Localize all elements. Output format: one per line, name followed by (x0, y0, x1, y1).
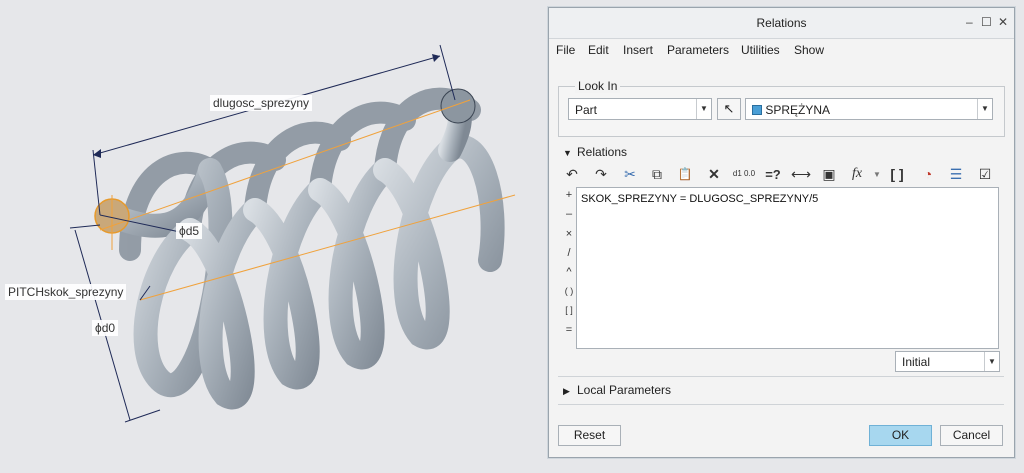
relations-label: Relations (577, 145, 628, 159)
chevron-down-icon: ▼ (977, 99, 992, 119)
operator-multiply[interactable]: × (563, 228, 575, 240)
minimize-icon[interactable]: – (966, 15, 973, 29)
menu-parameters[interactable]: Parameters (667, 43, 729, 57)
operator-plus[interactable]: + (563, 189, 575, 201)
reset-button[interactable]: Reset (558, 425, 621, 446)
coil-3 (243, 178, 332, 390)
dimension-label-length[interactable]: dlugosc_sprezyny (210, 95, 313, 111)
operator-divide[interactable]: / (563, 247, 575, 259)
paste-icon[interactable]: 📋 (674, 163, 696, 185)
operator-power[interactable]: ^ (563, 266, 575, 278)
menu-utilities[interactable]: Utilities (741, 43, 780, 57)
menu-edit[interactable]: Edit (588, 43, 609, 57)
spring-model[interactable] (0, 0, 548, 473)
dimension-label-pitch[interactable]: PITCHskok_sprezyny (5, 284, 127, 300)
function-icon[interactable]: fx (846, 163, 868, 185)
dimension-label-d5[interactable]: ϕd5 (176, 223, 203, 239)
part-icon (752, 105, 762, 115)
relation-line[interactable]: SKOK_SPREZYNY = DLUGOSC_SPREZYNY/5 (581, 193, 818, 205)
operator-parentheses[interactable]: ( ) (563, 286, 575, 296)
dimension-label-d0[interactable]: ϕd0 (92, 320, 119, 336)
delete-icon[interactable]: ✕ (703, 163, 725, 185)
select-model-button[interactable]: ↖ (717, 98, 741, 120)
menu-bar: File Edit Insert Parameters Utilities Sh… (548, 40, 1015, 60)
relations-editor[interactable]: SKOK_SPREZYNY = DLUGOSC_SPREZYNY/5 (576, 187, 999, 349)
dimension-icon[interactable]: ⟷ (790, 163, 812, 185)
evaluate-icon[interactable]: d1 0.0 (732, 163, 756, 185)
cad-viewport[interactable]: dlugosc_sprezyny ϕd5 PITCHskok_sprezyny … (0, 0, 548, 473)
operator-brackets[interactable]: [ ] (563, 305, 575, 315)
check-icon[interactable]: ☑ (974, 163, 996, 185)
cut-icon[interactable]: ✂ (619, 163, 641, 185)
cursor-arrow-icon: ↖ (723, 101, 735, 116)
ok-button[interactable]: OK (869, 425, 932, 446)
chevron-down-icon: ▼ (984, 352, 999, 371)
relations-section-header[interactable]: ▼ Relations (563, 145, 627, 159)
menu-show[interactable]: Show (794, 43, 824, 57)
look-in-model-value: SPRĘŻYNA (765, 103, 831, 117)
look-in-type-select[interactable]: Part ▼ (568, 98, 712, 120)
look-in-model-select[interactable]: SPRĘŻYNA ▼ (745, 98, 993, 120)
sort-order-value: Initial (902, 355, 931, 369)
operator-equals[interactable]: = (563, 324, 575, 336)
undo-icon[interactable]: ↶ (561, 163, 583, 185)
divider (558, 376, 1004, 377)
cancel-button[interactable]: Cancel (940, 425, 1003, 446)
local-parameters-label: Local Parameters (577, 383, 672, 397)
dialog-title: Relations (756, 16, 807, 30)
copy-icon[interactable]: ⧉ (646, 163, 668, 185)
toggle-display-icon[interactable]: ☰ (945, 163, 967, 185)
menu-file[interactable]: File (556, 43, 575, 57)
brackets-icon[interactable]: [ ] (886, 163, 908, 185)
coil-4 (308, 158, 397, 370)
expand-triangle-icon: ▶ (563, 386, 570, 396)
operator-minus[interactable]: – (563, 208, 575, 220)
coil-5 (373, 134, 505, 350)
dialog-titlebar[interactable]: Relations – ☐ ✕ (549, 8, 1014, 39)
end-cap-top (440, 88, 476, 124)
chevron-down-icon: ▼ (696, 99, 711, 119)
redo-icon[interactable]: ↷ (590, 163, 612, 185)
look-in-label: Look In (575, 79, 621, 93)
divider (558, 404, 1004, 405)
sort-order-select[interactable]: Initial ▼ (895, 351, 1000, 372)
menu-insert[interactable]: Insert (623, 43, 653, 57)
select-dimension-icon[interactable]: ▣ (818, 163, 840, 185)
collapse-triangle-icon: ▼ (563, 148, 572, 158)
verify-icon[interactable]: =? (762, 163, 784, 185)
chevron-down-icon[interactable]: ▼ (866, 163, 888, 185)
sort-icon[interactable]: ◔ (917, 163, 939, 185)
look-in-type-value: Part (575, 103, 598, 117)
maximize-icon[interactable]: ☐ (981, 15, 992, 29)
close-icon[interactable]: ✕ (998, 15, 1008, 29)
local-parameters-header[interactable]: ▶ Local Parameters (563, 383, 671, 397)
